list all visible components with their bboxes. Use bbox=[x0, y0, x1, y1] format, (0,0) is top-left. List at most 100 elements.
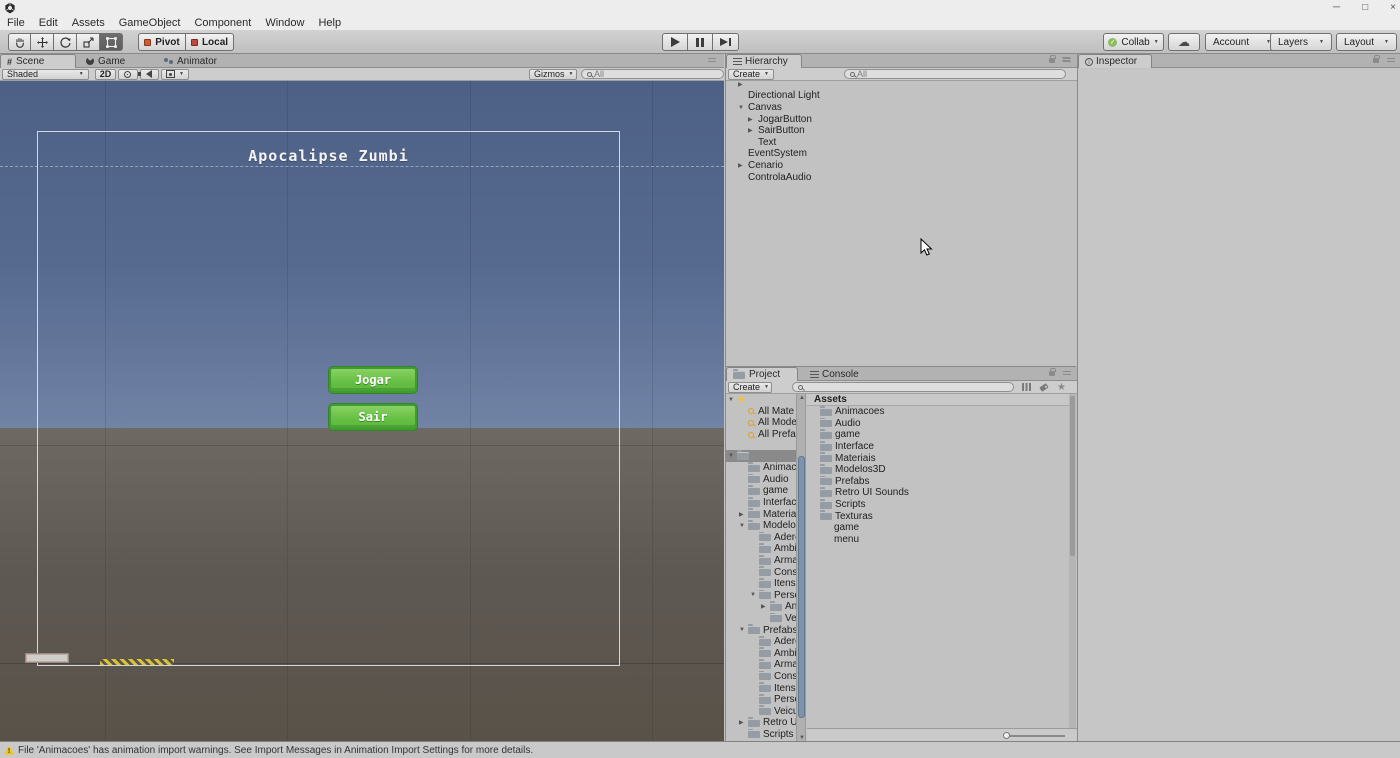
gizmos-dropdown[interactable]: Gizmos▼ bbox=[529, 69, 577, 80]
scene-object-striped[interactable] bbox=[100, 659, 174, 665]
tab-animator[interactable]: Animator bbox=[158, 54, 244, 68]
favorites-item[interactable]: All Prefa bbox=[726, 429, 796, 441]
tree-folder-row[interactable]: Const bbox=[726, 671, 796, 683]
rotate-tool-button[interactable] bbox=[54, 33, 77, 51]
account-dropdown[interactable]: Account ▼ bbox=[1205, 33, 1279, 51]
pause-button[interactable] bbox=[688, 33, 713, 51]
expand-arrow[interactable]: ▶ bbox=[738, 81, 748, 88]
expand-arrow[interactable]: ▶ bbox=[761, 603, 770, 610]
tree-folder-row[interactable]: ▼ Prefabs bbox=[726, 624, 796, 636]
tree-folder-row[interactable]: ▼ Perso bbox=[726, 590, 796, 602]
minimize-button[interactable]: ─ bbox=[1333, 0, 1340, 16]
audio-toggle-button[interactable] bbox=[140, 69, 159, 80]
expand-arrow[interactable]: ▼ bbox=[750, 592, 759, 598]
tab-project[interactable]: Project bbox=[726, 367, 798, 381]
tree-folder-row[interactable]: Perso bbox=[726, 694, 796, 706]
scene-viewport[interactable]: Apocalipse Zumbi Jogar Sair bbox=[0, 81, 724, 741]
rect-tool-button[interactable] bbox=[100, 33, 123, 51]
tree-folder-row[interactable]: Ambie bbox=[726, 647, 796, 659]
menu-item[interactable]: Window bbox=[258, 17, 311, 29]
cloud-services-button[interactable]: ☁ bbox=[1168, 33, 1200, 51]
tree-folder-row[interactable]: Const bbox=[726, 566, 796, 578]
tree-folder-row[interactable]: Arma bbox=[726, 555, 796, 567]
move-tool-button[interactable] bbox=[31, 33, 54, 51]
layout-dropdown[interactable]: Layout ▼ bbox=[1336, 33, 1397, 51]
panel-menu-icon[interactable] bbox=[1387, 58, 1395, 64]
hierarchy-item[interactable]: EventSystem bbox=[726, 148, 1076, 160]
menu-item[interactable]: Edit bbox=[32, 17, 65, 29]
favorites-item[interactable]: All Mate bbox=[726, 406, 796, 418]
status-bar[interactable]: File 'Animacoes' has animation import wa… bbox=[0, 741, 1400, 758]
menu-item[interactable]: GameObject bbox=[112, 17, 188, 29]
tree-folder-row[interactable]: game bbox=[726, 485, 796, 497]
tree-folder-row[interactable]: ▼ bbox=[726, 450, 796, 462]
tree-folder-row[interactable]: Audio bbox=[726, 474, 796, 486]
tab-inspector[interactable]: i Inspector bbox=[1078, 54, 1152, 68]
asset-row[interactable]: Modelos3D bbox=[807, 464, 1070, 476]
asset-row[interactable]: game bbox=[807, 522, 1070, 534]
tree-folder-row[interactable]: Adere bbox=[726, 532, 796, 544]
jogar-button[interactable]: Jogar bbox=[329, 367, 417, 393]
scene-search-input[interactable]: All bbox=[581, 69, 724, 79]
tree-folder-row[interactable]: Adere bbox=[726, 636, 796, 648]
menu-item[interactable]: File bbox=[0, 17, 32, 29]
effects-dropdown[interactable]: ▼ bbox=[161, 69, 189, 80]
expand-arrow[interactable]: ▼ bbox=[728, 453, 737, 459]
scale-tool-button[interactable] bbox=[77, 33, 100, 51]
project-search-input[interactable] bbox=[792, 382, 1014, 392]
lock-icon[interactable] bbox=[1049, 371, 1055, 376]
favorite-star-icon[interactable]: ★ bbox=[1057, 382, 1066, 393]
expand-arrow[interactable]: ▶ bbox=[748, 116, 758, 123]
tree-folder-row[interactable]: Scripts bbox=[726, 729, 796, 741]
hierarchy-item[interactable]: ▶ JogarButton bbox=[726, 113, 1076, 125]
tree-folder-row[interactable]: ▶ Materiais bbox=[726, 508, 796, 520]
tree-folder-row[interactable]: Veicul bbox=[726, 613, 796, 625]
expand-arrow[interactable]: ▶ bbox=[738, 162, 748, 169]
create-dropdown[interactable]: Create▼ bbox=[728, 382, 772, 393]
tree-folder-row[interactable]: Itens bbox=[726, 682, 796, 694]
hierarchy-search-input[interactable]: All bbox=[844, 69, 1066, 79]
collab-dropdown[interactable]: ✓ Collab ▼ bbox=[1103, 33, 1164, 51]
asset-list-scrollbar[interactable] bbox=[1069, 394, 1076, 729]
asset-row[interactable]: game bbox=[807, 429, 1070, 441]
panel-menu-icon[interactable] bbox=[1063, 371, 1071, 377]
tree-folder-row[interactable]: Interfac bbox=[726, 497, 796, 509]
thumbnail-zoom-slider[interactable] bbox=[1005, 735, 1065, 737]
play-button[interactable] bbox=[662, 33, 688, 51]
local-toggle-button[interactable]: Local bbox=[186, 33, 234, 51]
shading-mode-dropdown[interactable]: Shaded▼ bbox=[2, 69, 89, 80]
tab-scene[interactable]: # Scene bbox=[0, 54, 76, 68]
tree-folder-row[interactable]: Ambie bbox=[726, 543, 796, 555]
asset-row[interactable]: Retro UI Sounds bbox=[807, 487, 1070, 499]
tree-folder-row[interactable]: Arma bbox=[726, 659, 796, 671]
asset-row[interactable]: menu bbox=[807, 534, 1070, 546]
expand-arrow[interactable]: ▼ bbox=[739, 523, 748, 529]
lighting-toggle-button[interactable] bbox=[118, 69, 137, 80]
asset-row[interactable]: Scripts bbox=[807, 499, 1070, 511]
expand-arrow[interactable]: ▼ bbox=[728, 397, 737, 403]
hierarchy-item[interactable]: Text bbox=[726, 137, 1076, 149]
expand-arrow[interactable]: ▶ bbox=[748, 127, 758, 134]
tab-hierarchy[interactable]: Hierarchy bbox=[726, 54, 802, 68]
tree-folder-row[interactable]: Animaco bbox=[726, 462, 796, 474]
label-tag-icon[interactable] bbox=[1039, 383, 1048, 392]
favorites-item[interactable]: All Mode bbox=[726, 417, 796, 429]
hand-tool-button[interactable] bbox=[8, 33, 31, 51]
scroll-up-icon[interactable]: ▲ bbox=[798, 395, 806, 401]
pivot-toggle-button[interactable]: Pivot bbox=[138, 33, 186, 51]
maximize-button[interactable]: □ bbox=[1362, 0, 1368, 16]
panel-menu-icon[interactable] bbox=[708, 58, 716, 64]
asset-row[interactable]: Prefabs bbox=[807, 476, 1070, 488]
tree-folder-row[interactable]: ▼ Modelos bbox=[726, 520, 796, 532]
hierarchy-item[interactable]: ▶ SairButton bbox=[726, 125, 1076, 137]
asset-row[interactable]: Audio bbox=[807, 418, 1070, 430]
expand-arrow[interactable]: ▶ bbox=[739, 511, 748, 518]
close-button[interactable]: × bbox=[1390, 0, 1396, 16]
step-button[interactable] bbox=[713, 33, 739, 51]
asset-row[interactable]: Animacoes bbox=[807, 406, 1070, 418]
tree-folder-row[interactable]: ▶ Retro UI bbox=[726, 717, 796, 729]
tree-scrollbar[interactable]: ▲ ▼ bbox=[796, 394, 806, 742]
2d-toggle-button[interactable]: 2D bbox=[95, 69, 117, 80]
tree-folder-row[interactable]: Veicul bbox=[726, 705, 796, 717]
expand-arrow[interactable]: ▶ bbox=[739, 719, 748, 726]
